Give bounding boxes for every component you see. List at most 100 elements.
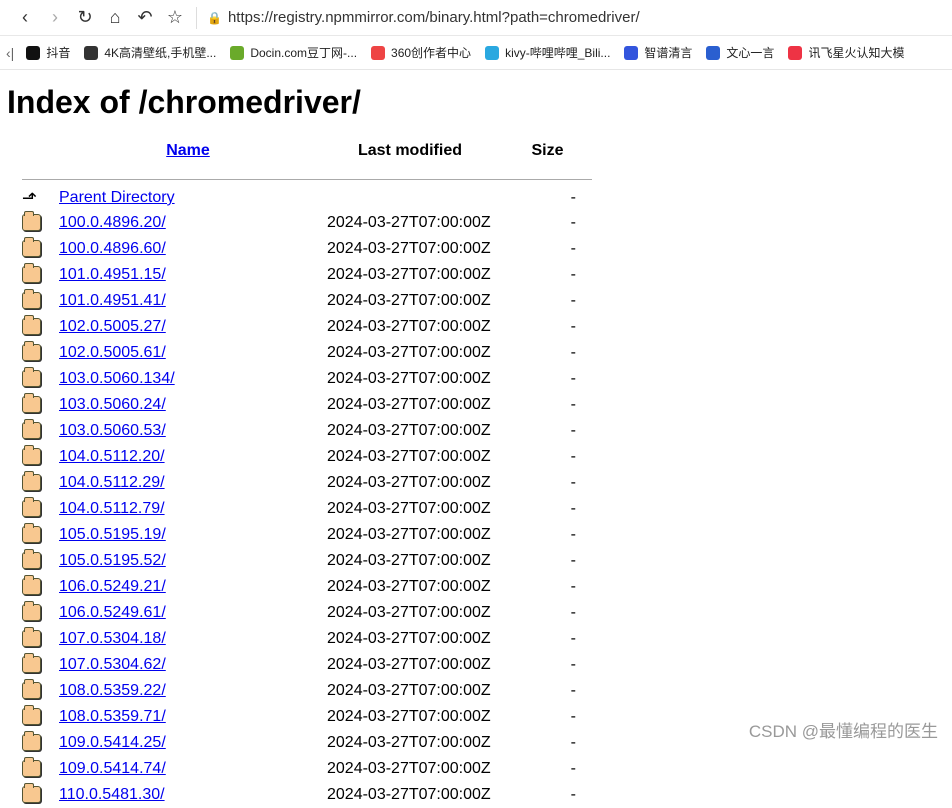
directory-link[interactable]: 109.0.5414.25/ xyxy=(59,734,166,751)
watermark: CSDN @最懂编程的医生 xyxy=(748,722,938,741)
directory-link[interactable]: 104.0.5112.79/ xyxy=(59,500,165,517)
address-bar[interactable]: https://registry.npmmirror.com/binary.ht… xyxy=(228,9,640,26)
size-cell: - xyxy=(570,578,576,595)
modified-cell: 2024-03-27T07:00:00Z xyxy=(327,474,491,491)
table-row: 105.0.5195.52/ 2024-03-27T07:00:00Z - xyxy=(22,548,592,574)
folder-icon xyxy=(22,523,41,543)
bookmark-item[interactable]: 文心一言 xyxy=(706,44,774,61)
folder-icon xyxy=(22,679,41,699)
browser-toolbar: ‹ › ↻ ⌂ ↶ ☆ 🔒 https://registry.npmmirror… xyxy=(0,0,952,36)
size-cell: - xyxy=(570,630,576,647)
table-row: 100.0.4896.20/ 2024-03-27T07:00:00Z - xyxy=(22,210,592,236)
directory-link[interactable]: 104.0.5112.20/ xyxy=(59,448,165,465)
undo-icon[interactable]: ↶ xyxy=(130,7,160,28)
size-cell: - xyxy=(570,708,576,725)
folder-icon xyxy=(22,757,41,777)
size-cell: - xyxy=(570,448,576,465)
directory-link[interactable]: 109.0.5414.74/ xyxy=(59,760,166,777)
modified-cell: 2024-03-27T07:00:00Z xyxy=(327,318,491,335)
page-title: Index of /chromedriver/ xyxy=(7,84,361,120)
modified-cell: 2024-03-27T07:00:00Z xyxy=(327,214,491,231)
bookmark-favicon-icon xyxy=(706,45,721,60)
directory-link[interactable]: 102.0.5005.27/ xyxy=(59,318,166,335)
directory-link[interactable]: 107.0.5304.62/ xyxy=(59,656,166,673)
table-row: 106.0.5249.61/ 2024-03-27T07:00:00Z - xyxy=(22,600,592,626)
directory-link[interactable]: 104.0.5112.29/ xyxy=(59,474,165,491)
directory-link[interactable]: 100.0.4896.20/ xyxy=(59,214,166,231)
parent-directory-link[interactable]: Parent Directory xyxy=(59,189,175,206)
folder-icon xyxy=(22,393,41,413)
directory-link[interactable]: 107.0.5304.18/ xyxy=(59,630,166,647)
bookmark-item[interactable]: 360创作者中心 xyxy=(371,44,471,61)
table-row: 101.0.4951.41/ 2024-03-27T07:00:00Z - xyxy=(22,288,592,314)
size-cell: - xyxy=(570,734,576,751)
modified-cell: 2024-03-27T07:00:00Z xyxy=(327,760,491,777)
bookmark-label: 抖音 xyxy=(46,46,71,60)
bookmark-item[interactable]: 智谱清言 xyxy=(624,44,692,61)
bookmark-favicon-icon xyxy=(485,45,500,60)
size-cell: - xyxy=(570,396,576,413)
size-cell: - xyxy=(570,318,576,335)
bookmark-item[interactable]: 抖音 xyxy=(26,44,70,61)
chevron-left-icon[interactable]: ‹| xyxy=(6,45,14,61)
table-row: 103.0.5060.24/ 2024-03-27T07:00:00Z - xyxy=(22,392,592,418)
table-row: 104.0.5112.79/ 2024-03-27T07:00:00Z - xyxy=(22,496,592,522)
modified-cell: 2024-03-27T07:00:00Z xyxy=(327,292,491,309)
modified-cell: 2024-03-27T07:00:00Z xyxy=(327,708,491,725)
size-cell: - xyxy=(570,266,576,283)
directory-link[interactable]: 108.0.5359.22/ xyxy=(59,682,166,699)
bookmark-item[interactable]: kivy-哔哩哔哩_Bili... xyxy=(485,44,610,61)
folder-icon xyxy=(22,211,41,231)
directory-link[interactable]: 105.0.5195.19/ xyxy=(59,526,166,543)
bookmark-item[interactable]: Docin.com豆丁网-... xyxy=(230,44,357,61)
bookmark-label: 智谱清言 xyxy=(644,46,693,60)
directory-link[interactable]: 102.0.5005.61/ xyxy=(59,344,166,361)
directory-link[interactable]: 106.0.5249.61/ xyxy=(59,604,166,621)
size-header: Size xyxy=(531,142,564,159)
modified-cell: 2024-03-27T07:00:00Z xyxy=(327,552,491,569)
directory-link[interactable]: 108.0.5359.71/ xyxy=(59,708,166,725)
size-cell: - xyxy=(570,604,576,621)
directory-link[interactable]: 100.0.4896.60/ xyxy=(59,240,166,257)
folder-icon xyxy=(22,627,41,647)
forward-icon[interactable]: › xyxy=(40,7,70,28)
folder-icon xyxy=(22,575,41,595)
bookmark-favicon-icon xyxy=(788,45,803,60)
bookmark-favicon-icon xyxy=(84,45,99,60)
bookmark-item[interactable]: 讯飞星火认知大模 xyxy=(788,44,904,61)
directory-link[interactable]: 110.0.5481.30/ xyxy=(59,786,165,803)
size-cell: - xyxy=(570,422,576,439)
table-row: 104.0.5112.29/ 2024-03-27T07:00:00Z - xyxy=(22,470,592,496)
size-cell: - xyxy=(570,526,576,543)
modified-cell: 2024-03-27T07:00:00Z xyxy=(327,682,491,699)
table-row: 104.0.5112.20/ 2024-03-27T07:00:00Z - xyxy=(22,444,592,470)
modified-cell: 2024-03-27T07:00:00Z xyxy=(327,786,491,803)
star-icon[interactable]: ☆ xyxy=(160,7,190,28)
back-icon[interactable]: ‹ xyxy=(10,7,40,28)
directory-link[interactable]: 103.0.5060.24/ xyxy=(59,396,166,413)
size-cell: - xyxy=(570,682,576,699)
home-icon[interactable]: ⌂ xyxy=(100,7,130,28)
bookmark-item[interactable]: 4K高清壁纸,手机壁... xyxy=(84,44,216,61)
directory-link[interactable]: 103.0.5060.134/ xyxy=(59,370,175,387)
folder-icon xyxy=(22,289,41,309)
size-cell: - xyxy=(570,240,576,257)
modified-cell: 2024-03-27T07:00:00Z xyxy=(327,734,491,751)
size-cell: - xyxy=(570,552,576,569)
lock-icon[interactable]: 🔒 xyxy=(207,11,222,25)
directory-link[interactable]: 101.0.4951.15/ xyxy=(59,266,166,283)
directory-link[interactable]: 101.0.4951.41/ xyxy=(59,292,166,309)
size-cell: - xyxy=(570,370,576,387)
reload-icon[interactable]: ↻ xyxy=(70,7,100,28)
table-row: 103.0.5060.134/ 2024-03-27T07:00:00Z - xyxy=(22,366,592,392)
bookmark-favicon-icon xyxy=(371,45,386,60)
modified-cell: 2024-03-27T07:00:00Z xyxy=(327,266,491,283)
last-modified-header: Last modified xyxy=(357,142,462,159)
table-row: 107.0.5304.18/ 2024-03-27T07:00:00Z - xyxy=(22,626,592,652)
directory-link[interactable]: 105.0.5195.52/ xyxy=(59,552,166,569)
sort-by-name-link[interactable]: Name xyxy=(166,142,210,159)
directory-link[interactable]: 103.0.5060.53/ xyxy=(59,422,166,439)
size-cell: - xyxy=(570,500,576,517)
bookmark-label: kivy-哔哩哔哩_Bili... xyxy=(505,46,611,60)
directory-link[interactable]: 106.0.5249.21/ xyxy=(59,578,166,595)
